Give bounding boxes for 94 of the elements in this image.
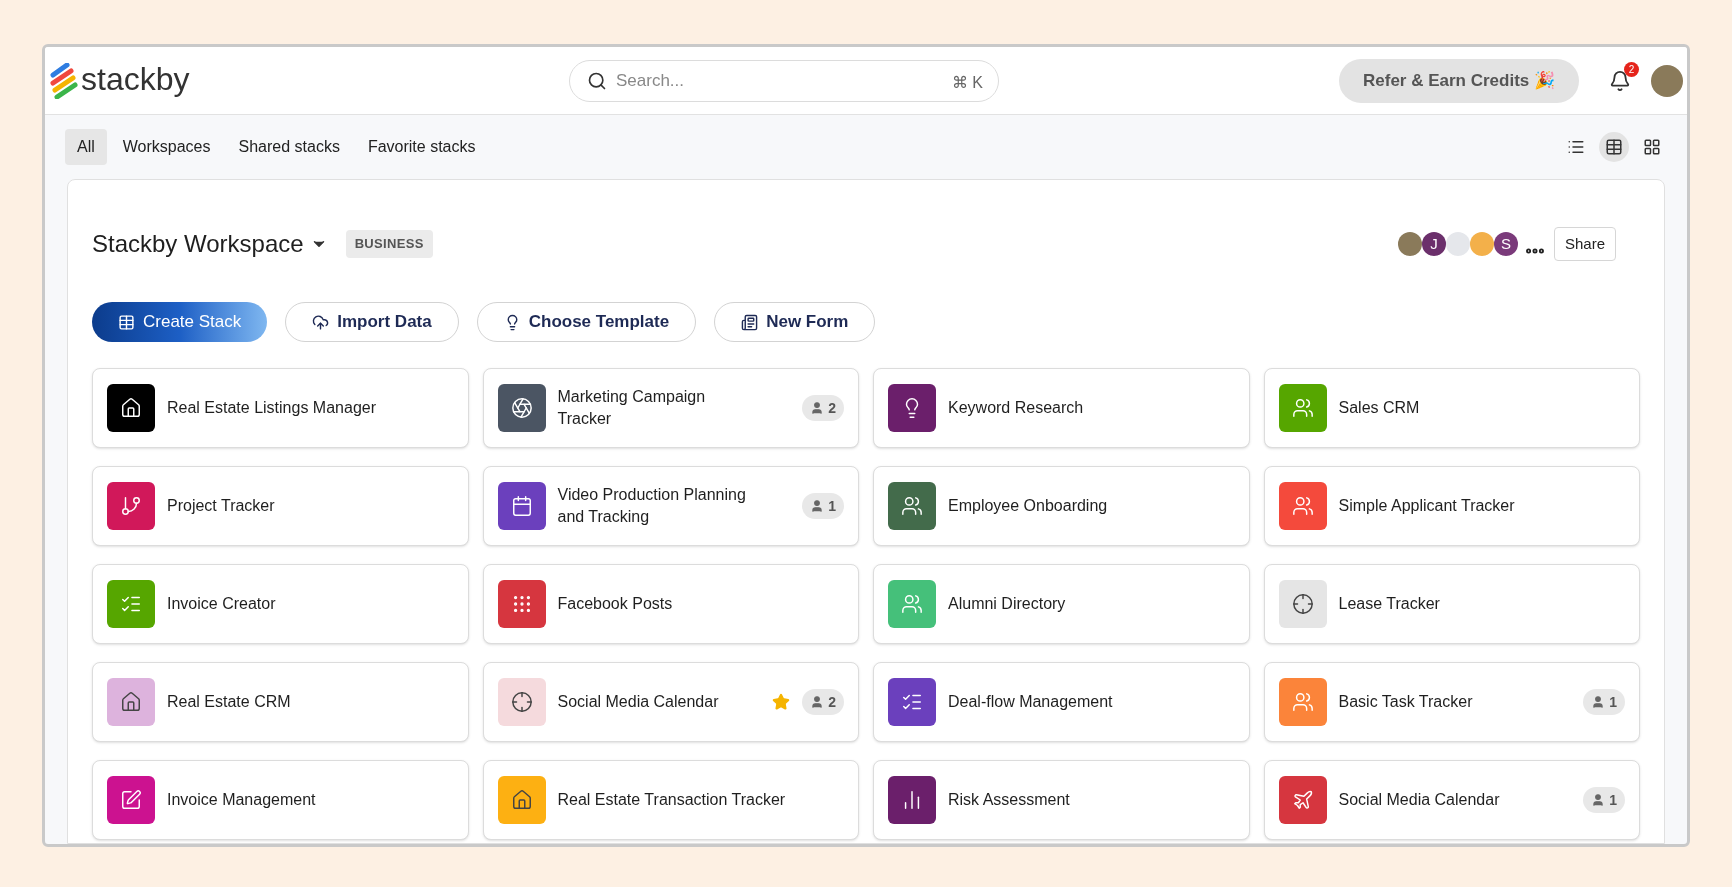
stack-name: Risk Assessment <box>948 790 1071 810</box>
people-icon <box>901 495 923 517</box>
person-icon <box>810 401 825 415</box>
stack-name: Lease Tracker <box>1338 594 1441 614</box>
stack-card[interactable]: Sales CRM <box>1263 368 1640 448</box>
upload-icon <box>312 313 330 331</box>
stack-name: Alumni Directory <box>948 594 1067 614</box>
stack-card[interactable]: Deal-flow Management <box>873 662 1250 742</box>
house-icon <box>510 789 533 811</box>
stack-name: Real Estate Transaction Tracker <box>557 790 787 810</box>
aperture-icon <box>510 397 533 419</box>
stack-card[interactable]: Social Media Calendar 2 <box>482 662 859 742</box>
stack-card[interactable]: Real Estate Listings Manager <box>92 368 469 448</box>
stack-card[interactable]: Real Estate CRM <box>92 662 469 742</box>
filter-tab[interactable]: Workspaces <box>110 129 223 165</box>
crosshair-icon <box>510 691 533 713</box>
stack-card[interactable]: Facebook Posts <box>482 564 859 644</box>
stack-name: Sales CRM <box>1338 398 1421 418</box>
person-icon <box>810 695 825 709</box>
notification-badge: 2 <box>1624 61 1639 77</box>
member-avatar[interactable]: S <box>1493 232 1518 256</box>
stack-name: Keyword Research <box>948 398 1085 418</box>
stack-card[interactable]: Invoice Management <box>92 760 469 840</box>
stack-card[interactable]: Alumni Directory <box>873 564 1250 644</box>
table-icon <box>118 313 135 331</box>
stack-name: Simple Applicant Tracker <box>1338 496 1516 516</box>
calendar-icon <box>510 495 533 517</box>
stack-name: Deal-flow Management <box>948 692 1114 712</box>
stack-name: Video Production Planning and Tracking <box>557 485 747 527</box>
brand-name: stackby <box>81 62 190 99</box>
house-icon <box>120 397 142 419</box>
stack-name: Marketing Campaign Tracker <box>557 387 707 429</box>
filter-tab[interactable]: All <box>65 129 107 165</box>
people-icon <box>1291 691 1314 713</box>
stack-name: Project Tracker <box>167 496 276 516</box>
stack-card[interactable]: Basic Task Tracker 1 <box>1263 662 1640 742</box>
filter-tab[interactable]: Favorite stacks <box>355 129 488 165</box>
filter-tab[interactable]: Shared stacks <box>226 129 352 165</box>
user-avatar[interactable] <box>1651 64 1683 97</box>
stack-card[interactable]: Risk Assessment <box>873 760 1250 840</box>
stack-card[interactable]: Project Tracker <box>92 466 469 546</box>
stack-name: Facebook Posts <box>557 594 674 614</box>
action-button[interactable]: New Form <box>714 302 876 342</box>
member-avatar[interactable]: J <box>1421 232 1446 256</box>
branch-icon <box>120 495 142 517</box>
logo-icon <box>49 62 79 99</box>
person-icon <box>810 499 825 513</box>
person-icon <box>1591 793 1606 807</box>
action-button[interactable]: Import Data <box>285 302 459 342</box>
crosshair-icon <box>1291 593 1314 615</box>
stack-name: Employee Onboarding <box>948 496 1109 516</box>
refer-button[interactable]: Refer & Earn Credits 🎉 <box>1339 58 1579 103</box>
edit-icon <box>120 789 142 811</box>
shared-count: 1 <box>802 493 844 519</box>
stack-name: Invoice Creator <box>167 594 277 614</box>
stack-card[interactable]: Social Media Calendar 1 <box>1263 760 1640 840</box>
notification-bell-icon[interactable] <box>1609 69 1631 92</box>
search-icon <box>587 70 607 91</box>
plan-tag: BUSINESS <box>345 230 433 258</box>
stack-name: Invoice Management <box>167 790 317 810</box>
stack-name: Real Estate Listings Manager <box>167 398 377 418</box>
people-icon <box>1291 495 1314 517</box>
house-icon <box>120 691 142 713</box>
stack-card[interactable]: Video Production Planning and Tracking 1 <box>482 466 859 546</box>
person-icon <box>1591 695 1606 709</box>
shared-count: 2 <box>802 395 844 421</box>
member-avatar[interactable] <box>1397 232 1422 256</box>
stack-card[interactable]: Real Estate Transaction Tracker <box>482 760 859 840</box>
shared-count: 1 <box>1583 689 1625 715</box>
stack-card[interactable]: Keyword Research <box>873 368 1250 448</box>
people-icon <box>901 593 923 615</box>
grid-view-icon <box>1643 138 1661 156</box>
shortcut-hint: ⌘ K <box>951 72 983 93</box>
view-toggle[interactable] <box>1599 132 1629 162</box>
stack-card[interactable]: Lease Tracker <box>1263 564 1640 644</box>
stack-card[interactable]: Invoice Creator <box>92 564 469 644</box>
table-view-icon <box>1605 138 1623 156</box>
action-button[interactable]: Create Stack <box>92 302 268 342</box>
shared-count: 1 <box>1583 787 1625 813</box>
workspace-title: Stackby Workspace <box>92 229 304 259</box>
stack-name: Social Media Calendar <box>557 692 720 712</box>
list-view-icon <box>1567 138 1585 156</box>
stack-card[interactable]: Employee Onboarding <box>873 466 1250 546</box>
stack-name: Real Estate CRM <box>167 692 292 712</box>
shared-count: 2 <box>802 689 844 715</box>
people-icon <box>1291 397 1314 419</box>
share-button[interactable]: Share <box>1553 227 1616 261</box>
stack-name: Basic Task Tracker <box>1338 692 1474 712</box>
action-button[interactable]: Choose Template <box>476 302 697 342</box>
stack-name: Social Media Calendar <box>1338 790 1501 810</box>
stack-card[interactable]: Marketing Campaign Tracker 2 <box>482 368 859 448</box>
form-icon <box>741 313 759 331</box>
stack-card[interactable]: Simple Applicant Tracker <box>1263 466 1640 546</box>
plane-icon <box>1291 789 1314 811</box>
